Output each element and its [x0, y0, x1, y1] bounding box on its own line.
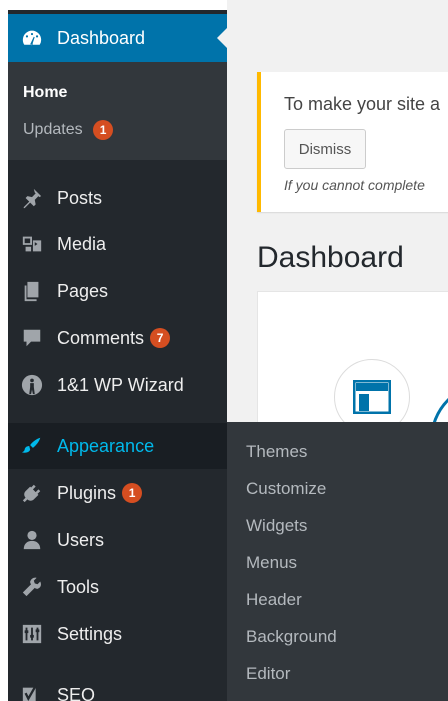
- flyout-item-background[interactable]: Background: [246, 627, 337, 647]
- sidebar-item-label: Plugins: [57, 482, 117, 503]
- sidebar-item-label: Settings: [57, 623, 123, 644]
- pages-icon: [20, 279, 44, 303]
- flyout-item-menus[interactable]: Menus: [246, 553, 297, 573]
- plugin-icon: [20, 481, 44, 505]
- sidebar-item-label: Media: [57, 233, 107, 254]
- flyout-item-customize[interactable]: Customize: [246, 479, 326, 499]
- sidebar-item-appearance[interactable]: Appearance: [8, 423, 227, 469]
- sidebar-item-comments[interactable]: Comments 7: [8, 315, 227, 361]
- submenu-item-label: Updates: [23, 121, 83, 139]
- sidebar-item-posts[interactable]: Posts: [8, 175, 227, 221]
- appearance-flyout-menu: Themes Customize Widgets Menus Header Ba…: [227, 422, 448, 701]
- comments-count-badge: 7: [150, 328, 171, 348]
- sidebar-item-label: Users: [57, 529, 105, 550]
- sidebar-item-tools[interactable]: Tools: [8, 564, 227, 610]
- sidebar-item-label: Posts: [57, 187, 103, 208]
- sidebar-item-label: SEO: [57, 684, 96, 701]
- seo-icon: [20, 683, 44, 701]
- wizard-icon: [20, 373, 44, 397]
- sidebar-item-plugins[interactable]: Plugins 1: [8, 470, 227, 516]
- settings-icon: [20, 622, 44, 646]
- dashboard-icon: [20, 26, 44, 50]
- brush-icon: [20, 434, 44, 458]
- user-icon: [20, 528, 44, 552]
- sidebar-item-label: Pages: [57, 280, 109, 301]
- pin-icon: [20, 186, 44, 210]
- notice-italic-text: If you cannot complete: [284, 177, 425, 193]
- sidebar-item-wizard[interactable]: 1&1 WP Wizard: [8, 362, 227, 408]
- sidebar-item-label: Comments: [57, 327, 145, 348]
- sidebar-item-dashboard[interactable]: Dashboard: [8, 14, 227, 62]
- notice-text: To make your site a: [284, 94, 441, 114]
- sidebar-item-label: Tools: [57, 576, 100, 597]
- sidebar-item-pages[interactable]: Pages: [8, 268, 227, 314]
- comment-icon: [20, 326, 44, 350]
- wrench-icon: [20, 575, 44, 599]
- submenu-item-home[interactable]: Home: [23, 84, 67, 102]
- flyout-item-widgets[interactable]: Widgets: [246, 516, 307, 536]
- submenu-item-updates[interactable]: Updates 1: [23, 120, 114, 140]
- updates-count-badge: 1: [93, 120, 114, 140]
- sidebar-item-seo[interactable]: SEO: [8, 672, 227, 701]
- dismiss-button[interactable]: Dismiss: [284, 129, 366, 169]
- dashboard-submenu: Home Updates 1: [8, 62, 227, 160]
- plugins-count-badge: 1: [122, 483, 143, 503]
- sidebar-item-media[interactable]: Media: [8, 221, 227, 267]
- sidebar-item-label: Appearance: [57, 435, 155, 456]
- sidebar-item-label: 1&1 WP Wizard: [57, 374, 184, 395]
- media-icon: [20, 232, 44, 256]
- sidebar-item-users[interactable]: Users: [8, 517, 227, 563]
- admin-sidebar: Dashboard Home Updates 1 Posts Media Pag…: [8, 10, 227, 701]
- flyout-item-header[interactable]: Header: [246, 590, 302, 610]
- flyout-item-themes[interactable]: Themes: [246, 442, 307, 462]
- admin-notice: To make your site a Dismiss If you canno…: [257, 72, 448, 212]
- flyout-item-editor[interactable]: Editor: [246, 664, 290, 684]
- sidebar-item-settings[interactable]: Settings: [8, 611, 227, 657]
- page-title: Dashboard: [257, 241, 404, 274]
- sidebar-item-label: Dashboard: [57, 27, 146, 48]
